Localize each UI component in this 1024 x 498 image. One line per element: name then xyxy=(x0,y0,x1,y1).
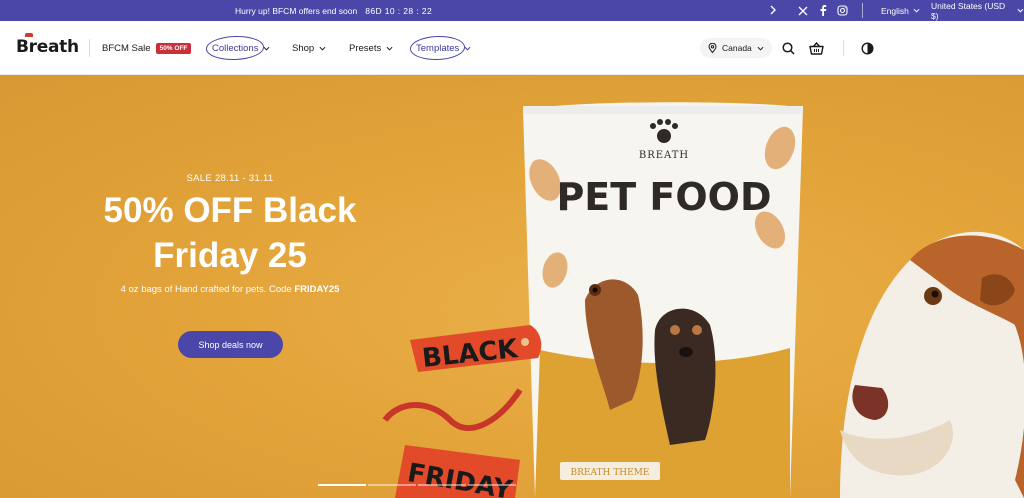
chevron-down-icon xyxy=(1017,8,1024,13)
nav-collections-circled: Collections xyxy=(205,34,265,61)
hero-eyebrow: SALE 28.11 - 31.11 xyxy=(186,173,274,184)
logo-accent xyxy=(25,33,33,37)
chevron-down-icon xyxy=(757,46,764,50)
nav-collections[interactable]: Collections xyxy=(205,21,270,75)
country-selector[interactable]: Canada xyxy=(700,38,772,58)
countdown-timer: 86D 10 : 28 : 22 xyxy=(365,5,433,16)
hero-subtitle-text: 4 oz bags of Hand crafted for pets. Code xyxy=(120,284,295,295)
chevron-down-icon xyxy=(386,46,393,51)
next-announcement-icon[interactable] xyxy=(766,3,780,17)
country-label: Canada xyxy=(722,43,752,53)
pet-food-bag: BREATH PET FOOD BREATH THEME xyxy=(523,102,803,498)
hero-title: 50% OFF Black Friday 25 xyxy=(75,188,385,278)
logo-text: Breath xyxy=(16,37,79,57)
contrast-icon[interactable] xyxy=(857,38,877,58)
announcement-divider xyxy=(862,3,863,18)
facebook-icon[interactable] xyxy=(817,5,828,16)
currency-selector[interactable]: United States (USD $) xyxy=(931,0,1024,21)
instagram-icon[interactable] xyxy=(837,5,848,16)
chevron-down-icon xyxy=(319,46,326,51)
nav-shop-label: Shop xyxy=(292,42,315,54)
nav-templates-circled: Templates xyxy=(409,34,466,61)
hero-subtitle: 4 oz bags of Hand crafted for pets. Code… xyxy=(75,284,385,295)
slide-indicator[interactable] xyxy=(418,484,466,486)
sale-badge: 50% OFF xyxy=(155,42,192,54)
language-label: English xyxy=(881,5,909,16)
x-icon[interactable] xyxy=(797,5,808,16)
location-icon xyxy=(708,43,717,53)
chevron-down-icon xyxy=(913,8,920,13)
header-tools-divider xyxy=(843,40,844,56)
shop-deals-button[interactable]: Shop deals now xyxy=(178,331,283,358)
bag-theme-text: BREATH THEME xyxy=(571,468,650,478)
nav-presets[interactable]: Presets xyxy=(349,21,393,75)
site-header: Breath BFCM Sale 50% OFF Collections Sho… xyxy=(0,21,1024,75)
chevron-down-icon xyxy=(263,46,270,51)
highlight-ring xyxy=(409,34,466,61)
promo-text: Hurry up! BFCM offers end soon xyxy=(235,5,358,16)
nav-shop[interactable]: Shop xyxy=(292,21,326,75)
hero-banner: BREATH PET FOOD BREATH THEME BLACK FRIDA… xyxy=(0,75,1024,498)
beagle-dog-illustration xyxy=(840,231,1024,498)
announcement-promo: Hurry up! BFCM offers end soon 86D 10 : … xyxy=(235,0,432,21)
bag-brand-text: BREATH xyxy=(639,150,689,161)
bag-product-text: PET FOOD xyxy=(556,175,771,219)
slide-indicator[interactable] xyxy=(368,484,416,486)
language-selector[interactable]: English xyxy=(881,0,920,21)
cart-icon[interactable] xyxy=(806,38,826,58)
breath-logo[interactable]: Breath xyxy=(16,33,79,57)
nav-templates[interactable]: Templates xyxy=(409,21,471,75)
black-friday-tag: BLACK FRIDAY xyxy=(382,325,542,498)
nav-presets-label: Presets xyxy=(349,42,382,54)
hero-title-line-1: 50% OFF Black xyxy=(103,191,357,230)
promo-code: FRIDAY25 xyxy=(294,284,340,295)
hero-title-line-2: Friday 25 xyxy=(153,236,307,275)
chevron-down-icon xyxy=(464,46,471,51)
currency-label: United States (USD $) xyxy=(931,0,1006,21)
social-links xyxy=(797,0,848,21)
slide-indicators xyxy=(318,484,516,486)
nav-bfcm-sale-label: BFCM Sale xyxy=(102,42,151,54)
hero-image: BREATH PET FOOD BREATH THEME BLACK FRIDA… xyxy=(382,102,1024,498)
slide-indicator[interactable] xyxy=(468,484,516,486)
header-divider xyxy=(89,39,90,57)
search-icon[interactable] xyxy=(778,38,798,58)
announcement-bar: Hurry up! BFCM offers end soon 86D 10 : … xyxy=(0,0,1024,21)
hero-content: SALE 28.11 - 31.11 50% OFF Black Friday … xyxy=(75,173,385,295)
nav-bfcm-sale[interactable]: BFCM Sale 50% OFF xyxy=(102,21,192,75)
highlight-ring xyxy=(205,34,265,61)
slide-indicator[interactable] xyxy=(318,484,366,486)
